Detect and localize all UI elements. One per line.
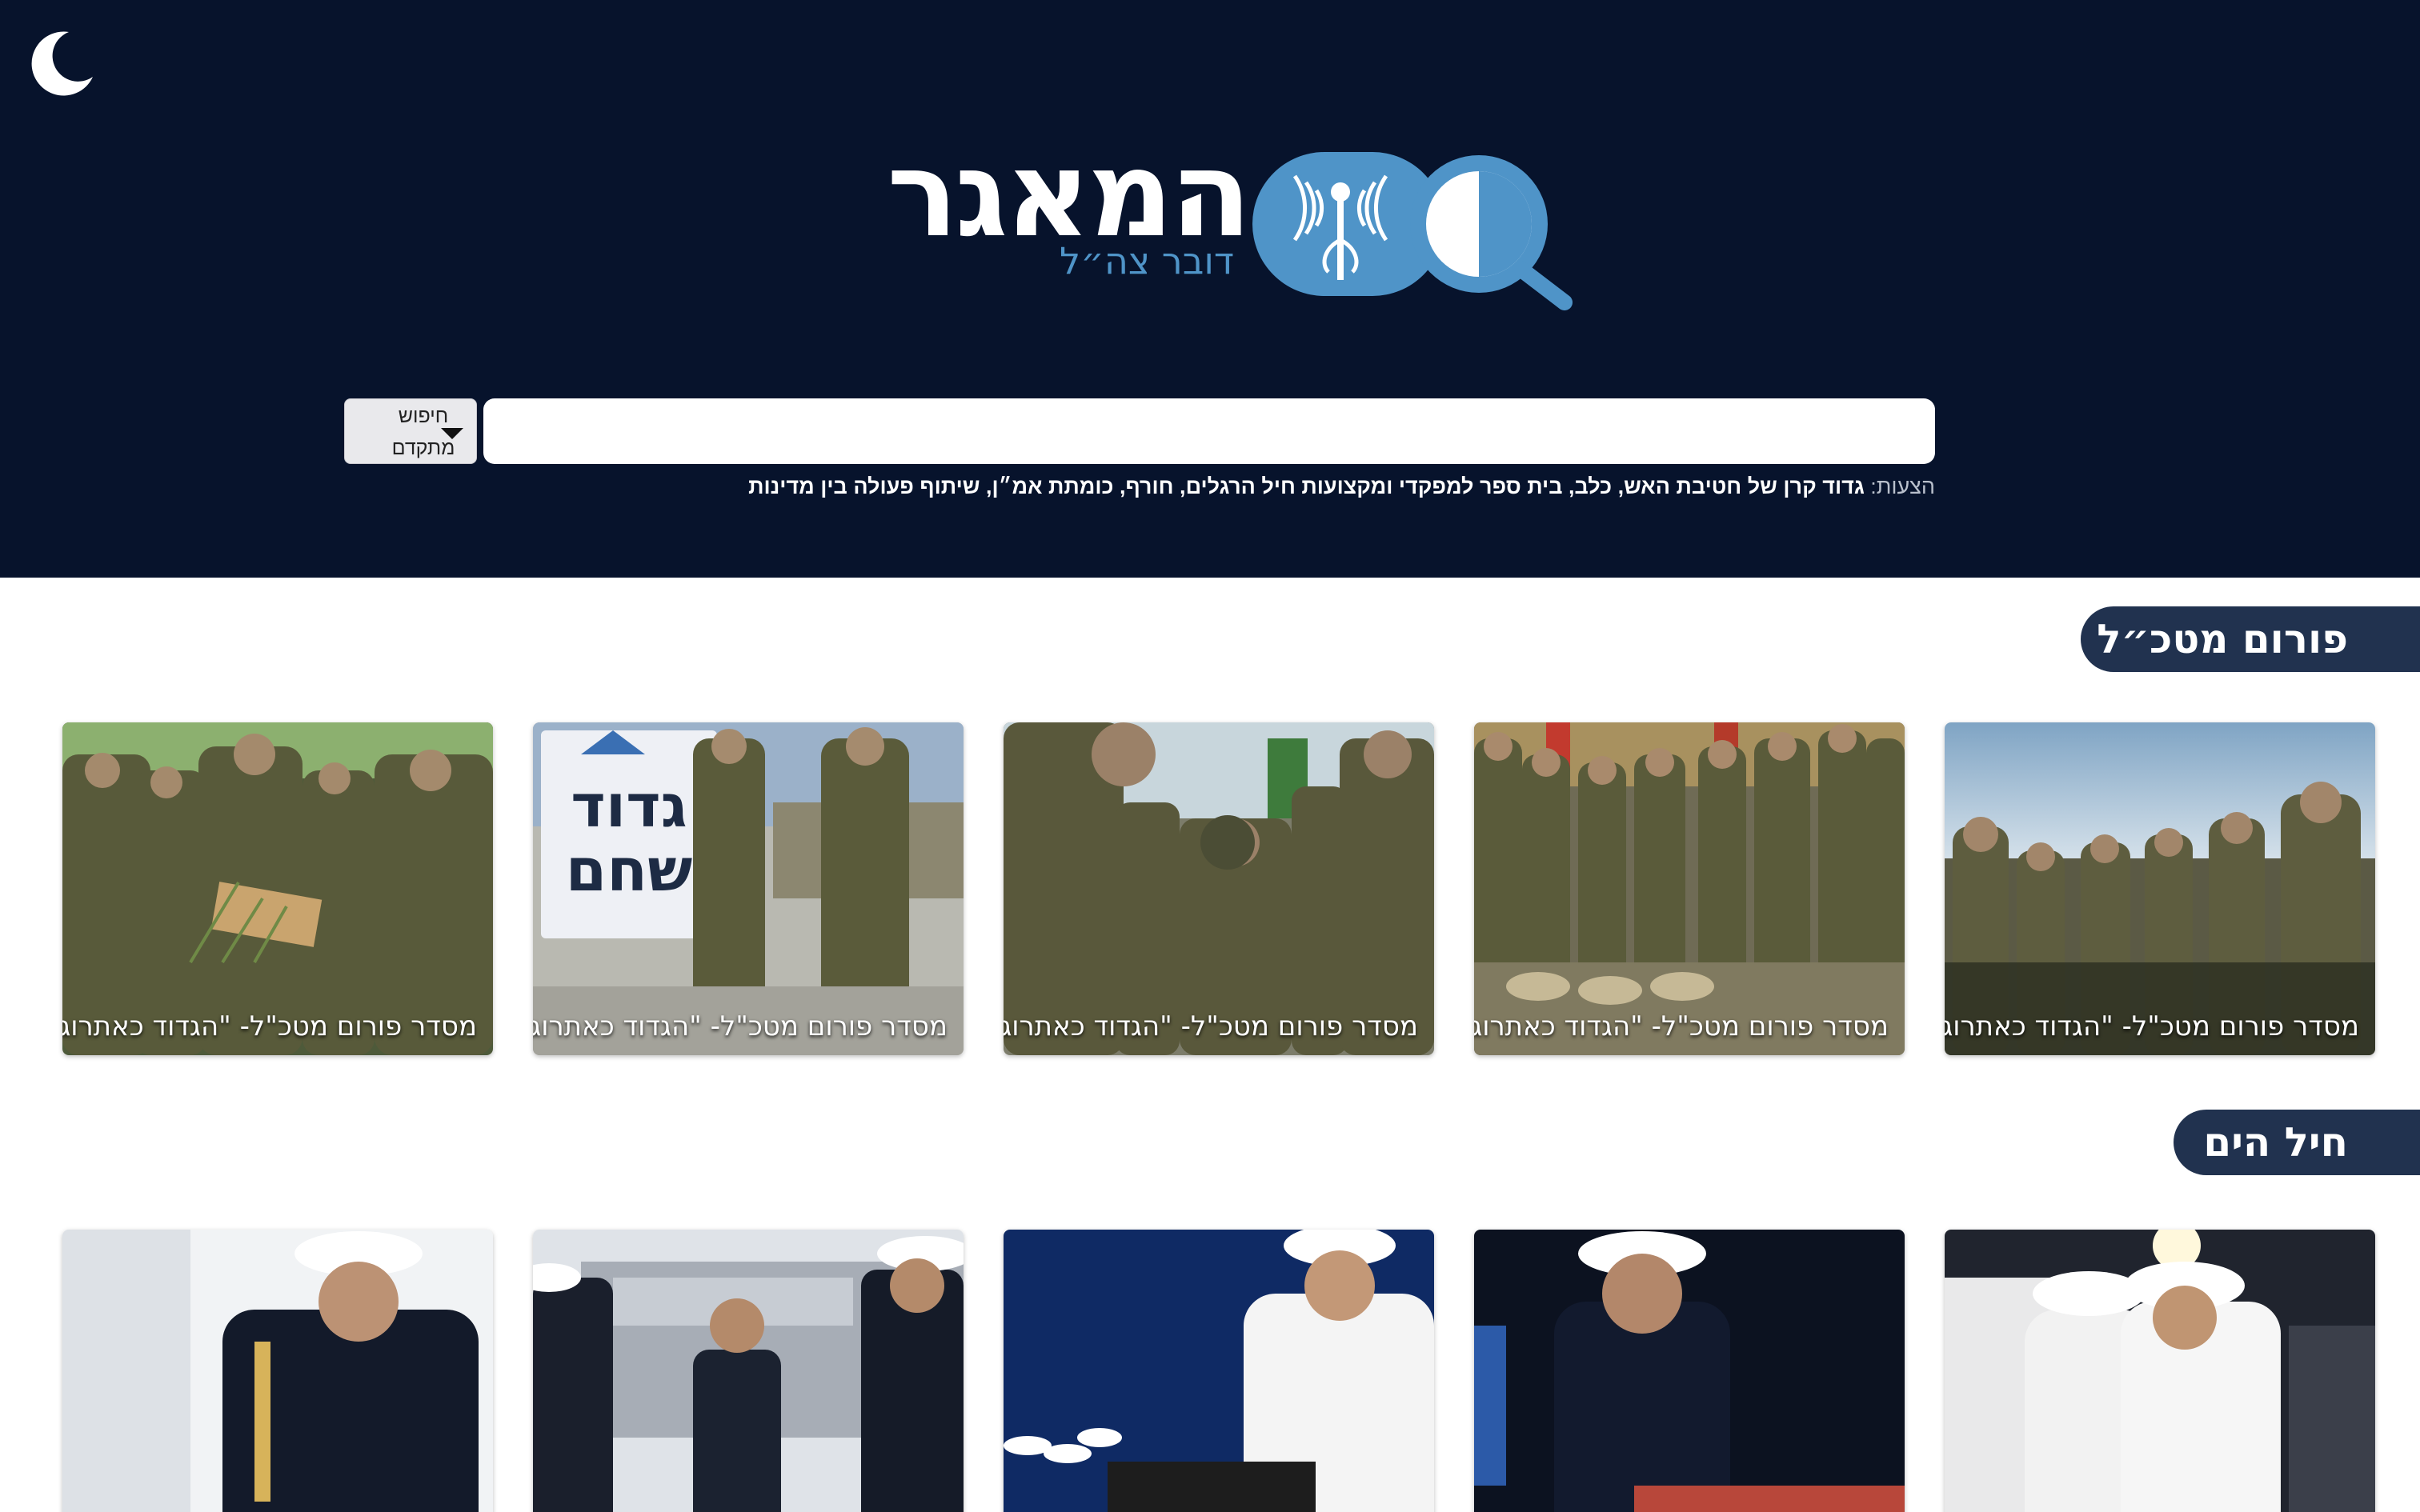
photo-card[interactable]: מסדר פורום מטכ"ל- "הגדוד כאתרוג" xyxy=(1004,722,1434,1055)
advanced-search-button[interactable]: חיפוש מתקדם xyxy=(344,398,477,464)
photo-caption xyxy=(1018,1500,1418,1512)
caret-down-icon xyxy=(441,428,463,439)
suggestions-label: הצעות: xyxy=(1870,474,1935,498)
photo-card[interactable] xyxy=(1945,1230,2375,1512)
photo-image xyxy=(1945,1230,2375,1512)
photo-caption: מסדר פורום מטכ"ל- "הגדוד כאתרוג" xyxy=(1004,1010,1418,1042)
photo-card[interactable]: גדוד שחם מסדר פורום מטכ"ל- "הגדוד כאתרוג… xyxy=(533,722,964,1055)
search-input[interactable] xyxy=(483,398,1935,464)
sign-line-2: שחם xyxy=(566,836,692,905)
photo-image xyxy=(1004,1230,1434,1512)
photo-caption xyxy=(1488,1500,1889,1512)
photo-caption: מסדר פורום מטכ"ל- "הגדוד כאתרוג" xyxy=(62,1010,477,1042)
page-root: המאגר דובר צה״ל חיפוש מתקדם הצעות: גדוד … xyxy=(0,0,2420,1512)
suggestion-link[interactable]: בית ספר למפקדי ומקצועות חיל הרגלים xyxy=(1186,474,1563,498)
photo-image xyxy=(62,1230,493,1512)
moon-icon[interactable] xyxy=(29,29,96,96)
suggestion-link[interactable]: גדוד קרן של חטיבת האש xyxy=(1624,474,1865,498)
suggestion-link[interactable]: חורף xyxy=(1126,474,1174,498)
sign-line-1: גדוד xyxy=(571,772,687,841)
suggestion-link[interactable]: שיתוף פעולה בין מדינות xyxy=(748,474,980,498)
photo-card[interactable] xyxy=(1474,1230,1905,1512)
photo-caption: מסדר פורום מטכ"ל- "הגדוד כאתרוג" xyxy=(533,1010,948,1042)
photo-caption xyxy=(77,1500,477,1512)
logo-subtitle: דובר צה״ל xyxy=(1060,239,1234,282)
header: המאגר דובר צה״ל חיפוש מתקדם הצעות: גדוד … xyxy=(0,0,2420,578)
photo-card[interactable] xyxy=(62,1230,493,1512)
section-title-general-staff-forum[interactable]: פורום מטכ״ל xyxy=(2081,606,2420,672)
suggestion-link[interactable]: כומתת אמ״ן xyxy=(992,474,1114,498)
photo-image xyxy=(533,1230,964,1512)
suggestions-bar: הצעות: גדוד קרן של חטיבת האש, כלב, בית ס… xyxy=(748,474,1935,498)
suggestion-link[interactable]: כלב xyxy=(1575,474,1613,498)
photo-image xyxy=(1474,1230,1905,1512)
photo-caption xyxy=(547,1500,948,1512)
photo-caption: מסדר פורום מטכ"ל- "הגדוד כאתרוג" xyxy=(1945,1010,2359,1042)
photo-card[interactable] xyxy=(1004,1230,1434,1512)
section-title-navy[interactable]: חיל הים xyxy=(2174,1110,2420,1175)
photo-card[interactable]: מסדר פורום מטכ"ל- "הגדוד כאתרוג" xyxy=(1474,722,1905,1055)
photo-caption xyxy=(1959,1500,2359,1512)
photo-card[interactable] xyxy=(533,1230,964,1512)
photo-card[interactable]: מסדר פורום מטכ"ל- "הגדוד כאתרוג" xyxy=(62,722,493,1055)
photo-card[interactable]: מסדר פורום מטכ"ל- "הגדוד כאתרוג" xyxy=(1945,722,2375,1055)
photo-caption: מסדר פורום מטכ"ל- "הגדוד כאתרוג" xyxy=(1474,1010,1889,1042)
